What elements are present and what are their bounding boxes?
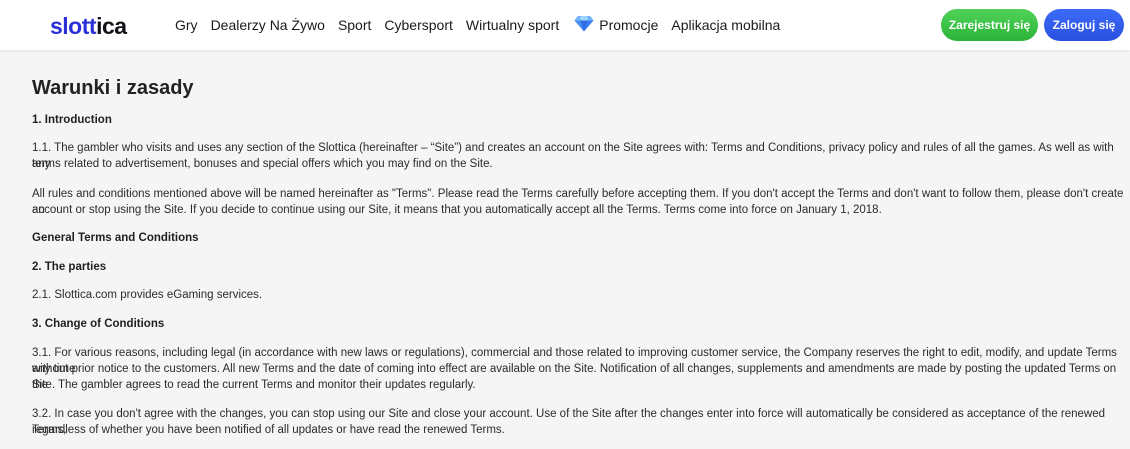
nav-item-label: Dealerzy Na Żywo	[210, 17, 325, 33]
nav-item-label: Wirtualny sport	[465, 17, 560, 33]
paragraph-1-1-line-2: terms related to advertisement, bonuses …	[32, 158, 493, 170]
section-heading-introduction: 1. Introduction	[32, 114, 112, 126]
nav-item-gry[interactable]: Gry	[175, 17, 198, 33]
nav-item-sport[interactable]: Sport	[338, 17, 371, 33]
site-logo[interactable]: slottica	[50, 13, 127, 39]
logo-part-2: ica	[96, 13, 127, 39]
main-nav: Gry Dealerzy Na Żywo Sport Cybersport Wi…	[175, 0, 793, 50]
nav-item-live-dealers[interactable]: Dealerzy Na Żywo	[211, 17, 325, 33]
section-heading-change: 3. Change of Conditions	[32, 318, 165, 330]
section-heading-parties: 2. The parties	[32, 261, 107, 273]
nav-item-virtual-sport[interactable]: Wirtualny sport	[466, 17, 559, 33]
nav-item-label: Aplikacja mobilna	[671, 17, 781, 33]
paragraph-3-1-line-3: Site. The gambler agrees to read the cur…	[32, 379, 476, 391]
nav-item-mobile-app[interactable]: Aplikacja mobilna	[671, 17, 780, 33]
register-button[interactable]: Zarejestruj się	[941, 9, 1038, 41]
section-heading-general: General Terms and Conditions	[32, 232, 199, 244]
nav-item-label: Sport	[337, 17, 372, 33]
nav-item-label: Promocje	[599, 17, 659, 33]
nav-item-cybersport[interactable]: Cybersport	[384, 17, 452, 33]
diamond-icon	[574, 15, 594, 35]
nav-item-promotions[interactable]: Promocje	[574, 15, 658, 35]
page-title: Warunki i zasady	[32, 77, 194, 99]
logo-part-1: slott	[50, 13, 97, 39]
login-button[interactable]: Zaloguj się	[1044, 9, 1124, 41]
top-header: slottica Gry Dealerzy Na Żywo Sport Cybe…	[0, 0, 1130, 50]
paragraph-3-2-line-2: regardless of whether you have been noti…	[32, 424, 505, 436]
nav-item-label: Gry	[175, 17, 198, 33]
nav-item-label: Cybersport	[384, 17, 453, 33]
paragraph-rules-line-2: account or stop using the Site. If you d…	[32, 204, 882, 216]
paragraph-2-1: 2.1. Slottica.com provides eGaming servi…	[32, 289, 263, 301]
